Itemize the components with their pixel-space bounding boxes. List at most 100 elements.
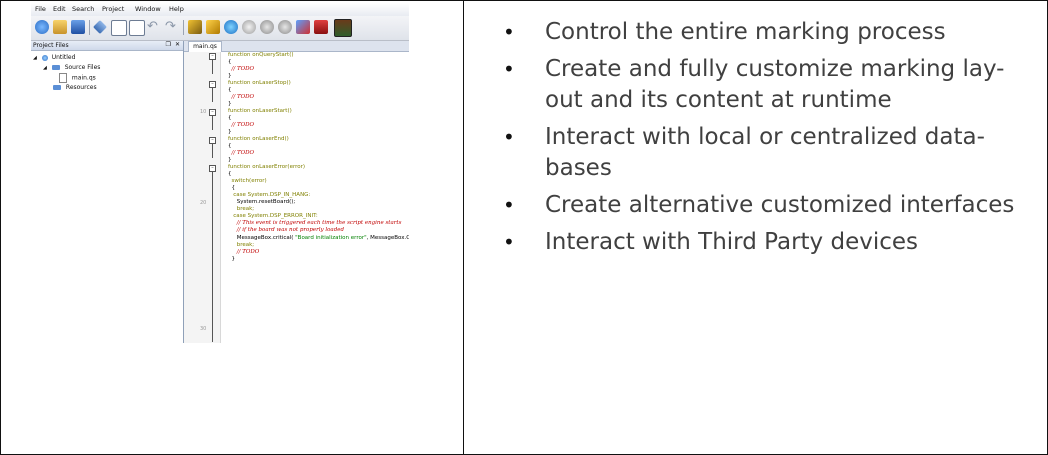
cut-icon[interactable]: [93, 20, 107, 34]
code-line: }: [228, 101, 232, 107]
feature-text: Interact with local or centralized data-: [545, 124, 985, 150]
code-line: }: [228, 129, 232, 135]
column-divider: [463, 0, 464, 455]
undo-icon[interactable]: ↶: [147, 20, 161, 34]
stop-icon[interactable]: [314, 20, 328, 34]
fold-marker[interactable]: –: [209, 53, 216, 60]
feature-text: Interact with Third Party devices: [545, 229, 918, 255]
menu-help[interactable]: Help: [169, 5, 184, 13]
save-icon[interactable]: [71, 20, 85, 34]
panel-header: Project Files ❒ ✕: [31, 41, 183, 51]
code-line: {: [228, 59, 232, 65]
feature-item: • Create alternative customized interface…: [500, 190, 1040, 221]
debug-icon[interactable]: [224, 20, 238, 34]
code-line: {: [228, 171, 232, 177]
feature-item: • Interact with Third Party devices: [500, 227, 1040, 258]
feature-text: Control the entire marking process: [545, 19, 946, 45]
folder-icon: [53, 85, 61, 90]
editor-gutter: 10 20 30 – – – – –: [184, 52, 221, 343]
copy-icon[interactable]: [111, 20, 127, 36]
fold-marker[interactable]: –: [209, 165, 216, 172]
feature-list: • Control the entire marking process • Crea…: [500, 17, 1040, 264]
fold-marker[interactable]: –: [209, 109, 216, 116]
code-line: // if the board was not properly loaded: [228, 227, 344, 233]
menu-search[interactable]: Search: [72, 5, 94, 13]
code-line: function onQueryStart(): [228, 52, 294, 58]
menu-edit[interactable]: Edit: [53, 5, 66, 13]
open-folder-icon[interactable]: [53, 20, 67, 34]
code-line: // TODO: [228, 122, 255, 128]
code-editor[interactable]: main.qs 10 20 30 – – – – – function onQu…: [184, 41, 409, 343]
tree-item-resources[interactable]: Resources: [53, 84, 97, 93]
fold-marker[interactable]: –: [209, 81, 216, 88]
expand-icon[interactable]: ◢: [43, 65, 47, 71]
menu-bar: File Edit Search Project Window Help: [31, 3, 409, 16]
panel-title: Project Files: [33, 42, 69, 49]
bullet-icon: •: [503, 20, 515, 44]
feature-item: • Control the entire marking process: [500, 17, 1040, 48]
bullet-icon: •: [503, 230, 515, 254]
tree-item-main-qs[interactable]: main.qs: [59, 73, 96, 83]
tab-main-qs[interactable]: main.qs: [188, 41, 222, 52]
code-text: , MessageBox.Ok );: [366, 235, 409, 241]
code-line: MessageBox.critical( "Board initializati…: [228, 235, 409, 242]
menu-window[interactable]: Window: [135, 5, 161, 13]
step-out-icon[interactable]: [278, 20, 292, 34]
code-line: break;: [228, 206, 255, 212]
code-line: function onLaserEnd(): [228, 136, 289, 142]
new-project-icon[interactable]: [35, 20, 49, 34]
tree-item-label: Untitled: [51, 54, 76, 61]
line-number: 20: [200, 200, 207, 206]
feature-text: out and its content at runtime: [545, 87, 892, 113]
menu-file[interactable]: File: [35, 5, 46, 13]
ide-screenshot: File Edit Search Project Window Help ↶ ↷…: [31, 3, 409, 343]
toolbar-separator: [89, 20, 90, 35]
tree-item-untitled[interactable]: ◢ Untitled: [33, 54, 75, 63]
laser-icon[interactable]: [334, 19, 352, 37]
step-icon[interactable]: [242, 20, 256, 34]
project-files-panel: Project Files ❒ ✕ ◢ Untitled ◢ Source Fi…: [31, 41, 184, 343]
fold-line: [212, 88, 213, 102]
line-number: 30: [200, 326, 207, 332]
close-icon[interactable]: ✕: [175, 41, 180, 48]
feature-text: Create and fully customize marking lay-: [545, 56, 1005, 82]
code-line: function onLaserStart(): [228, 108, 292, 114]
build-icon[interactable]: [188, 20, 202, 34]
paste-icon[interactable]: [129, 20, 145, 36]
code-line: function onLaserError(error): [228, 164, 306, 170]
expand-icon[interactable]: ◢: [33, 55, 37, 61]
code-line: case System.DSP_IN_HANG:: [228, 192, 311, 198]
code-line: {: [228, 87, 232, 93]
code-line: }: [228, 157, 232, 163]
menu-project[interactable]: Project: [102, 5, 124, 13]
tree-item-label: Resources: [65, 84, 97, 91]
feature-text: Create alternative customized interfaces: [545, 192, 1015, 218]
code-line: // TODO: [228, 249, 260, 255]
file-icon: [59, 73, 67, 83]
code-line: // TODO: [228, 150, 255, 156]
toolbar: ↶ ↷: [31, 16, 409, 41]
redo-icon[interactable]: ↷: [165, 20, 179, 34]
fold-marker[interactable]: –: [209, 137, 216, 144]
folder-icon: [51, 65, 60, 70]
code-line: case System.DSP_ERROR_INIT:: [228, 213, 318, 219]
code-line: // This event is triggered each time the…: [228, 220, 402, 226]
step-over-icon[interactable]: [260, 20, 274, 34]
settings-icon[interactable]: [296, 20, 310, 34]
editor-tab-bar: main.qs: [184, 41, 409, 52]
bullet-icon: •: [503, 57, 515, 81]
code-line: }: [228, 256, 235, 262]
fold-line: [212, 60, 213, 74]
fold-line: [212, 172, 213, 342]
code-line: {: [228, 115, 232, 121]
toolbar-separator: [183, 20, 184, 35]
code-string: "Board initialization error": [295, 235, 367, 241]
float-icon[interactable]: ❒: [166, 41, 171, 48]
line-number: 10: [200, 109, 207, 115]
bullet-icon: •: [503, 193, 515, 217]
code-line: // TODO: [228, 94, 255, 100]
code-line: {: [228, 185, 235, 191]
code-line: System.resetBoard();: [228, 199, 296, 205]
run-icon[interactable]: [206, 20, 220, 34]
tree-item-source-files[interactable]: ◢ Source Files: [43, 64, 100, 73]
